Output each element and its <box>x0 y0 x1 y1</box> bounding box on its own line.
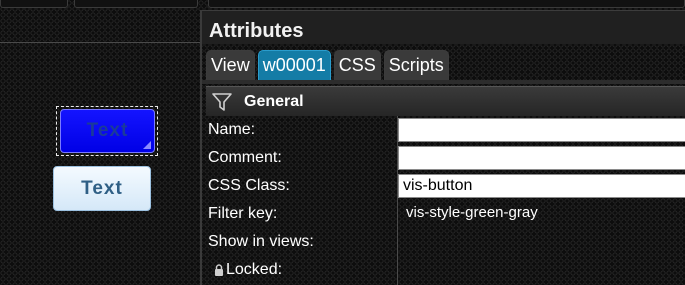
tabs-underline <box>202 80 685 84</box>
selected-button-label: Text <box>86 120 129 141</box>
toolbar-box-right[interactable] <box>208 0 685 8</box>
toolbar-box-middle[interactable] <box>74 0 198 8</box>
tab-w00001[interactable]: w00001 <box>257 50 331 80</box>
canvas-divider <box>0 42 200 43</box>
name-label: Name: <box>208 121 256 138</box>
attributes-panel: Attributes View w00001 CSS Scripts Gener… <box>200 10 685 285</box>
filter-icon[interactable] <box>212 92 232 112</box>
filter-key-label: Filter key: <box>208 205 278 222</box>
light-button-widget[interactable]: Text <box>53 166 151 211</box>
tab-css[interactable]: CSS <box>333 50 381 80</box>
locked-label: Locked: <box>226 261 283 278</box>
css-class-input[interactable] <box>398 174 685 198</box>
section-general-header[interactable]: General <box>206 86 685 116</box>
filter-key-value[interactable]: vis-style-green-gray <box>406 204 538 221</box>
section-title: General <box>244 93 304 110</box>
tab-w00001-label: w00001 <box>262 55 326 75</box>
light-button-label: Text <box>81 177 123 199</box>
show-in-views-label: Show in views: <box>208 233 314 250</box>
toolbar-box-left[interactable] <box>0 0 68 8</box>
top-toolbar-strip <box>0 0 685 10</box>
tab-scripts[interactable]: Scripts <box>383 50 449 80</box>
tab-view[interactable]: View <box>206 50 255 80</box>
comment-input[interactable] <box>398 146 685 170</box>
css-class-label: CSS Class: <box>208 177 290 194</box>
lock-icon <box>215 264 223 276</box>
tab-bar: View w00001 CSS Scripts <box>206 50 449 80</box>
name-input[interactable] <box>398 118 685 142</box>
panel-header: Attributes <box>202 10 685 44</box>
selected-button-widget[interactable]: Text <box>60 109 155 153</box>
tab-scripts-label: Scripts <box>388 55 444 75</box>
tab-view-label: View <box>211 55 250 75</box>
panel-title: Attributes <box>209 20 304 42</box>
comment-label: Comment: <box>208 149 282 166</box>
tab-css-label: CSS <box>338 55 376 75</box>
resize-handle-icon[interactable] <box>143 141 151 149</box>
